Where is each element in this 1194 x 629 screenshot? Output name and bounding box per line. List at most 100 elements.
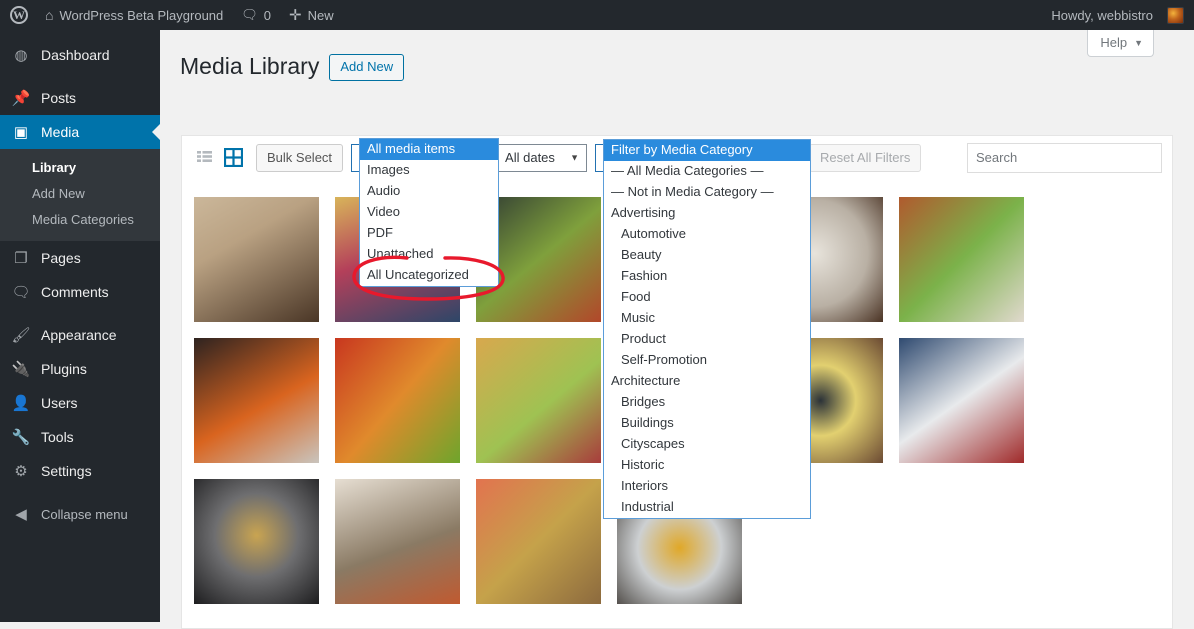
sidebar-item-label: Tools — [41, 429, 74, 445]
sidebar-top-spacer — [0, 30, 160, 38]
media-thumbnail[interactable] — [476, 479, 601, 604]
media-icon: ▣ — [13, 123, 29, 141]
user-icon: 👤 — [11, 394, 31, 412]
page-icon: ❐ — [14, 249, 28, 267]
site-name-label: WordPress Beta Playground — [59, 7, 224, 23]
admin-bar-right: Howdy, webbistro — [1042, 0, 1194, 30]
collapse-menu-label: Collapse menu — [41, 506, 128, 522]
site-name-button[interactable]: ⌂ WordPress Beta Playground — [36, 0, 232, 30]
dropdown-option[interactable]: — Not in Media Category — — [604, 182, 810, 203]
dropdown-option[interactable]: Product — [604, 329, 810, 350]
sidebar-item-appearance[interactable]: 🖌 Appearance — [0, 318, 160, 352]
sidebar-item-label: Media — [41, 124, 80, 140]
comments-count: 0 — [263, 7, 272, 23]
dropdown-option[interactable]: Beauty — [604, 245, 810, 266]
dropdown-option[interactable]: Self-Promotion — [604, 350, 810, 371]
dropdown-option[interactable]: Audio — [360, 181, 498, 202]
dropdown-option[interactable]: Architecture — [604, 371, 810, 392]
dashboard-icon: ◍ — [14, 46, 28, 64]
comments-button[interactable]: 🗨 0 — [232, 0, 280, 30]
media-thumbnail[interactable] — [194, 197, 319, 322]
sidebar-item-tools[interactable]: 🔧 Tools — [0, 420, 160, 454]
sidebar-subitem-library[interactable]: Library — [0, 155, 160, 181]
media-thumbnail[interactable] — [476, 338, 601, 463]
new-label: New — [307, 7, 334, 23]
media-thumbnail[interactable] — [899, 338, 1024, 463]
howdy-label: Howdy, webbistro — [1051, 7, 1153, 23]
sidebar-item-comments[interactable]: 🗨 Comments — [0, 275, 160, 309]
sidebar-separator — [0, 72, 160, 81]
sidebar-item-label: Posts — [41, 90, 77, 106]
new-content-button[interactable]: ✛ New — [280, 0, 343, 30]
wrench-icon: 🔧 — [11, 428, 31, 446]
grid-view-icon[interactable] — [221, 146, 245, 170]
dropdown-option[interactable]: Music — [604, 308, 810, 329]
help-tab-button[interactable]: Help ▼ — [1087, 30, 1154, 57]
dropdown-option[interactable]: Automotive — [604, 224, 810, 245]
dropdown-option[interactable]: Buildings — [604, 413, 810, 434]
category-dropdown[interactable]: Filter by Media Category — All Media Cat… — [603, 139, 811, 519]
dropdown-option[interactable]: Fashion — [604, 266, 810, 287]
sidebar-item-posts[interactable]: 📌 Posts — [0, 81, 160, 115]
dropdown-option[interactable]: PDF — [360, 223, 498, 244]
brush-icon: 🖌 — [11, 326, 31, 344]
sidebar-item-users[interactable]: 👤 Users — [0, 386, 160, 420]
sidebar-submenu-media: Library Add New Media Categories — [0, 149, 160, 241]
page-header: Media Library Add New — [180, 52, 405, 84]
media-thumbnail[interactable] — [194, 338, 319, 463]
my-account-button[interactable]: Howdy, webbistro — [1042, 0, 1184, 30]
pin-icon: 📌 — [11, 89, 31, 107]
add-new-button[interactable]: Add New — [329, 54, 405, 82]
sidebar-subitem-add-new[interactable]: Add New — [0, 181, 160, 207]
wordpress-logo-icon: W — [10, 6, 28, 24]
sidebar-item-plugins[interactable]: 🔌 Plugins — [0, 352, 160, 386]
collapse-menu-button[interactable]: ◀ Collapse menu — [0, 497, 160, 531]
search-input[interactable] — [967, 142, 1162, 173]
dropdown-option[interactable]: Cityscapes — [604, 434, 810, 455]
media-thumbnail[interactable] — [194, 479, 319, 604]
sidebar-item-dashboard[interactable]: ◍ Dashboard — [0, 38, 160, 72]
dropdown-option[interactable]: All media items — [360, 139, 498, 160]
dropdown-option[interactable]: Advertising — [604, 203, 810, 224]
sidebar-item-label: Comments — [41, 284, 109, 300]
media-thumbnail[interactable] — [899, 197, 1024, 322]
dropdown-option[interactable]: Video — [360, 202, 498, 223]
media-thumbnail[interactable] — [335, 338, 460, 463]
home-icon: ⌂ — [45, 7, 54, 23]
dropdown-option[interactable]: Food — [604, 287, 810, 308]
dropdown-option[interactable]: Historic — [604, 455, 810, 476]
dropdown-option-all-uncategorized[interactable]: All Uncategorized — [360, 265, 498, 286]
admin-bar: W ⌂ WordPress Beta Playground 🗨 0 ✛ New … — [0, 0, 1194, 30]
sliders-icon: ⚙ — [14, 462, 28, 480]
sidebar-item-label: Pages — [41, 250, 81, 266]
date-filter-select[interactable]: All dates ▼ — [497, 143, 588, 172]
sidebar-subitem-media-categories[interactable]: Media Categories — [0, 207, 160, 233]
sidebar-item-pages[interactable]: ❐ Pages — [0, 241, 160, 275]
view-switch — [192, 146, 245, 170]
bulk-select-button[interactable]: Bulk Select — [256, 143, 344, 172]
wordpress-logo-button[interactable]: W — [0, 0, 36, 30]
collapse-arrow-icon: ◀ — [15, 505, 27, 523]
media-thumbnail[interactable] — [335, 479, 460, 604]
dropdown-option[interactable]: Filter by Media Category — [604, 140, 810, 161]
sidebar-separator — [0, 488, 160, 497]
chevron-down-icon: ▼ — [1134, 37, 1143, 48]
admin-sidebar: ◍ Dashboard 📌 Posts ▣ Media Library Add … — [0, 30, 160, 622]
media-type-dropdown[interactable]: All media items Images Audio Video PDF U… — [359, 138, 499, 287]
sidebar-item-media[interactable]: ▣ Media — [0, 115, 160, 149]
chevron-down-icon: ▼ — [570, 152, 580, 162]
comment-icon: 🗨 — [11, 283, 31, 301]
list-view-icon[interactable] — [192, 146, 216, 170]
date-filter-value: All dates — [505, 150, 555, 165]
dropdown-option[interactable]: Interiors — [604, 476, 810, 497]
help-label: Help — [1100, 35, 1128, 50]
sidebar-item-settings[interactable]: ⚙ Settings — [0, 454, 160, 488]
sidebar-item-label: Plugins — [41, 361, 87, 377]
dropdown-option[interactable]: — All Media Categories — — [604, 161, 810, 182]
dropdown-option[interactable]: Industrial — [604, 497, 810, 518]
dropdown-option[interactable]: Images — [360, 160, 498, 181]
page-title: Media Library — [180, 53, 320, 79]
reset-all-filters-button[interactable]: Reset All Filters — [809, 143, 922, 172]
dropdown-option[interactable]: Bridges — [604, 392, 810, 413]
dropdown-option[interactable]: Unattached — [360, 244, 498, 265]
